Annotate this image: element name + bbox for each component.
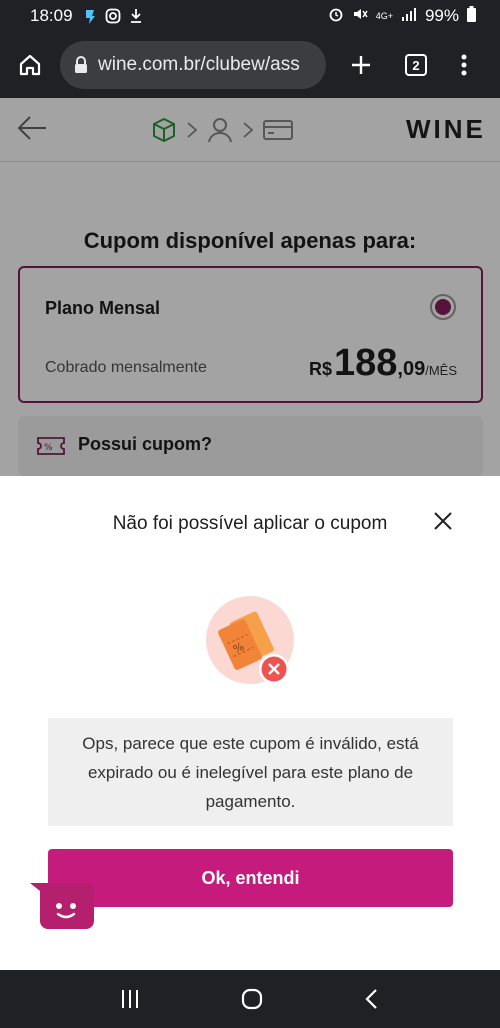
browser-menu-button[interactable] bbox=[436, 32, 492, 98]
ok-button[interactable]: Ok, entendi bbox=[48, 849, 453, 907]
home-nav-icon[interactable] bbox=[240, 987, 264, 1011]
network-label: 4G+ bbox=[375, 10, 393, 21]
tab-switcher-button[interactable]: 2 bbox=[396, 32, 436, 98]
recent-apps-icon[interactable] bbox=[119, 988, 141, 1010]
coupon-error-modal: Não foi possível aplicar o cupom % Ops, … bbox=[0, 476, 500, 970]
battery-icon bbox=[467, 5, 476, 27]
browser-toolbar: wine.com.br/clubew/ass 2 bbox=[0, 32, 500, 98]
alarm-icon bbox=[328, 6, 344, 27]
address-bar[interactable]: wine.com.br/clubew/ass bbox=[60, 41, 326, 89]
mute-icon bbox=[352, 6, 368, 27]
battery-level: 99% bbox=[424, 6, 459, 25]
web-page: WINE Cupom disponível apenas para: Plano… bbox=[0, 98, 500, 970]
error-message: Ops, parece que este cupom é inválido, e… bbox=[48, 718, 453, 826]
tab-count: 2 bbox=[405, 54, 427, 76]
download-icon bbox=[129, 8, 143, 24]
back-nav-icon[interactable] bbox=[363, 987, 381, 1011]
new-tab-button[interactable] bbox=[326, 32, 396, 98]
instagram-icon bbox=[105, 8, 121, 24]
signal-icon bbox=[401, 6, 417, 26]
close-icon bbox=[434, 512, 452, 530]
notification-app-icon bbox=[83, 8, 97, 24]
system-nav-bar bbox=[0, 970, 500, 1028]
url-text: wine.com.br/clubew/ass bbox=[98, 54, 300, 75]
plus-icon bbox=[352, 56, 370, 74]
lock-icon bbox=[74, 56, 88, 74]
status-time: 18:09 bbox=[30, 6, 73, 25]
close-button[interactable] bbox=[428, 506, 458, 536]
home-icon bbox=[19, 54, 41, 76]
home-button[interactable] bbox=[0, 32, 60, 98]
invalid-coupon-illustration: % bbox=[206, 596, 294, 684]
modal-title: Não foi possível aplicar o cupom bbox=[112, 513, 388, 534]
status-bar: 18:09 4G+ 99% bbox=[0, 0, 500, 32]
more-vert-icon bbox=[461, 54, 467, 76]
chat-bot-icon[interactable] bbox=[30, 881, 94, 931]
